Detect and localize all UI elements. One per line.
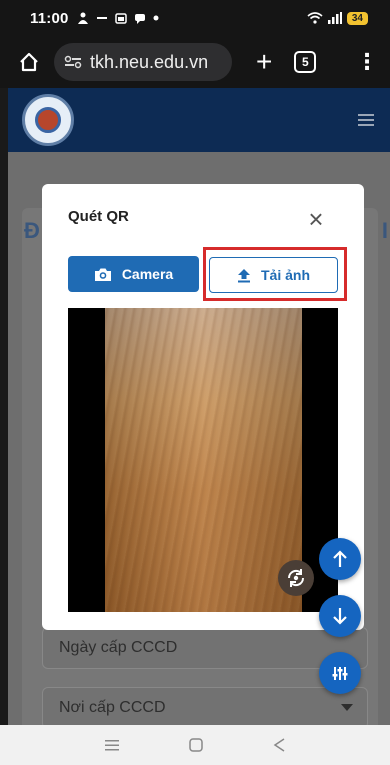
camera-button-label: Camera	[121, 266, 174, 282]
sliders-icon	[332, 667, 348, 680]
scroll-up-button[interactable]	[319, 538, 361, 580]
dialog-title: Quét QR	[68, 208, 129, 225]
scroll-down-button[interactable]	[319, 595, 361, 637]
site-settings-icon[interactable]	[64, 55, 82, 69]
home-nav-icon[interactable]	[188, 737, 204, 753]
address-bar[interactable]: tkh.neu.edu.vn	[54, 43, 232, 81]
close-button[interactable]: ×	[304, 206, 328, 232]
hamburger-menu-icon[interactable]	[358, 114, 374, 126]
tab-switcher-button[interactable]: 5	[294, 51, 317, 73]
battery-level: 34	[346, 11, 368, 25]
chevron-down-icon	[341, 704, 353, 711]
camera-button[interactable]: Camera	[68, 256, 199, 292]
recent-apps-icon[interactable]	[104, 738, 120, 752]
page-heading-right: I	[381, 218, 388, 243]
qr-scan-dialog: Quét QR × Camera Tải ảnh	[42, 184, 364, 630]
browser-toolbar: tkh.neu.edu.vn + 5 ⋮	[0, 36, 390, 88]
camera-icon	[94, 268, 111, 281]
university-logo[interactable]	[22, 94, 74, 146]
arrow-down-icon	[333, 608, 347, 625]
chat-icon	[134, 14, 145, 24]
switch-camera-button[interactable]	[278, 560, 314, 596]
site-header	[8, 88, 390, 152]
issue-date-field[interactable]: Ngày cấp CCCD	[42, 627, 368, 669]
status-bar: 11:00 34	[0, 0, 390, 36]
notification-icons	[77, 12, 159, 24]
issue-place-placeholder: Nơi cấp CCCD	[59, 699, 166, 716]
page-heading-left: Đ	[24, 218, 40, 243]
settings-button[interactable]	[319, 652, 361, 694]
back-icon[interactable]	[272, 737, 286, 753]
switch-camera-icon	[287, 569, 305, 587]
calendar-icon	[114, 13, 127, 24]
camera-feed-image	[105, 308, 302, 612]
highlight-annotation	[203, 247, 347, 301]
system-nav-bar	[0, 725, 390, 765]
wifi-icon	[307, 12, 323, 24]
home-icon[interactable]	[18, 51, 40, 73]
url-text[interactable]: tkh.neu.edu.vn	[90, 52, 208, 73]
arrow-up-icon	[333, 550, 347, 567]
dot-icon	[153, 15, 159, 21]
browser-menu-button[interactable]: ⋮	[356, 51, 378, 73]
signal-icon	[327, 12, 342, 24]
person-icon	[77, 12, 88, 24]
dash-icon	[96, 17, 107, 19]
issue-date-placeholder: Ngày cấp CCCD	[59, 639, 178, 656]
issue-place-select[interactable]: Nơi cấp CCCD	[42, 687, 368, 725]
status-time: 11:00	[30, 9, 69, 27]
new-tab-button[interactable]: +	[256, 48, 272, 76]
